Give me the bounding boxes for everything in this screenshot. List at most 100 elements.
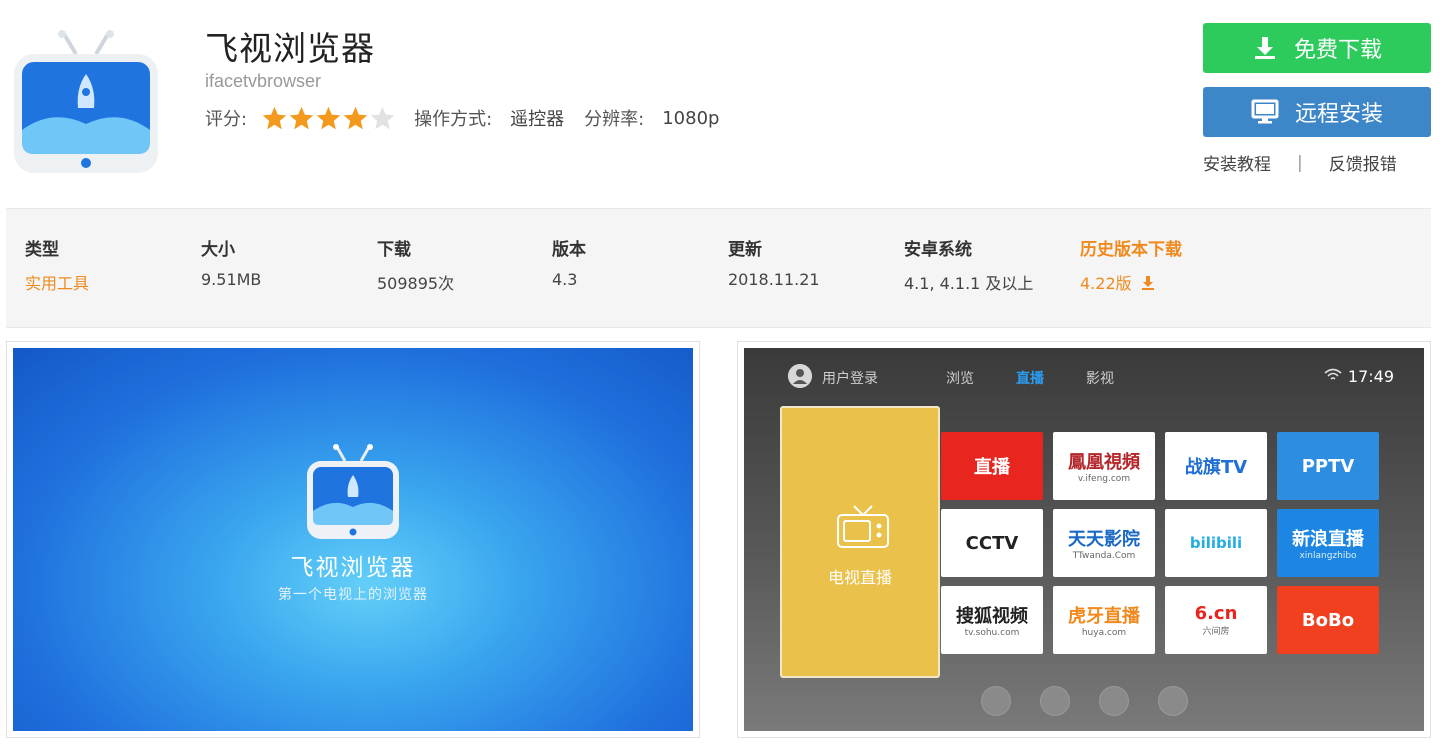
- info-android: 安卓系统 4.1, 4.1.1 及以上: [904, 235, 1033, 294]
- channel-tile: 鳳凰視頻 v.ifeng.com: [1053, 432, 1155, 500]
- channel-tile-sublabel: xinlangzhibo: [1299, 551, 1357, 561]
- info-history: 历史版本下载 4.22版: [1080, 235, 1182, 294]
- user-login-label: 用户登录: [822, 371, 878, 387]
- star-filled-icon: [262, 106, 287, 129]
- settings-icon: [1158, 686, 1188, 716]
- splash-subtitle: 第一个电视上的浏览器: [278, 587, 428, 603]
- info-updated: 更新 2018.11.21: [728, 235, 820, 289]
- channel-tile: PPTV: [1277, 432, 1379, 500]
- info-version: 版本 4.3: [552, 235, 586, 289]
- tv-live-label: 电视直播: [827, 568, 892, 587]
- app-title: 飞视浏览器: [205, 29, 375, 68]
- info-type: 类型 实用工具: [25, 235, 89, 294]
- star-filled-icon: [343, 106, 368, 129]
- user-avatar-icon: [788, 364, 812, 388]
- info-android-heading: 安卓系统: [904, 240, 972, 260]
- install-tutorial-link[interactable]: 安装教程: [1203, 150, 1271, 175]
- history-version-link[interactable]: 4.22版: [1080, 270, 1182, 294]
- channel-tile: 新浪直播 xinlangzhibo: [1277, 509, 1379, 577]
- info-downloads-heading: 下载: [377, 240, 411, 260]
- download-icon: [1141, 276, 1154, 290]
- channel-tile-label: 搜狐视频: [956, 606, 1028, 627]
- channel-tile: 直播: [941, 432, 1043, 500]
- app-meta-row: 评分: 操作方式: 遥控器 分辨率: 1080p: [205, 103, 719, 133]
- channel-tile-label: 6.cn: [1194, 603, 1238, 624]
- info-updated-value: 2018.11.21: [728, 270, 820, 289]
- info-downloads: 下载 509895次: [377, 235, 454, 294]
- channel-tile: CCTV: [941, 509, 1043, 577]
- channel-tile-sublabel: tv.sohu.com: [964, 628, 1020, 638]
- help-links: 安装教程 | 反馈报错: [1203, 150, 1397, 176]
- remote-install-button[interactable]: 远程安装: [1203, 87, 1431, 137]
- channel-tile-label: PPTV: [1301, 455, 1355, 477]
- download-icon: [1254, 37, 1275, 59]
- star-filled-icon: [316, 106, 341, 129]
- link-separator: |: [1297, 152, 1303, 173]
- monitor-icon: [1251, 99, 1279, 124]
- info-downloads-value: 509895次: [377, 274, 455, 293]
- info-type-heading: 类型: [25, 240, 59, 260]
- info-android-value: 4.1, 4.1.1 及以上: [904, 274, 1034, 293]
- download-icon: [1099, 686, 1129, 716]
- resolution-label: 分辨率:: [584, 109, 645, 130]
- channel-tile-label: bilibili: [1189, 534, 1243, 552]
- channel-tile-sublabel: v.ifeng.com: [1077, 474, 1131, 484]
- info-type-value[interactable]: 实用工具: [25, 270, 89, 294]
- channel-tile-label: 虎牙直播: [1068, 606, 1140, 627]
- channel-tile-label: 天天影院: [1068, 529, 1140, 550]
- tv-bottom-icons: [744, 686, 1424, 718]
- tv-icon: [837, 505, 889, 548]
- channel-tile-label: 战旗TV: [1184, 457, 1248, 478]
- star-empty-icon: [370, 106, 395, 129]
- info-version-heading: 版本: [552, 240, 586, 260]
- app-package-name: ifacetvbrowser: [205, 71, 322, 91]
- channel-tile: 搜狐视频 tv.sohu.com: [941, 586, 1043, 654]
- resolution-value: 1080p: [662, 107, 720, 129]
- tab-browse: 浏览: [946, 371, 974, 387]
- app-icon: [14, 30, 158, 173]
- channel-tile-sublabel: 六间房: [1202, 627, 1230, 637]
- app-header: 飞视浏览器 ifacetvbrowser 评分: 操作方式: 遥控器 分辨率: …: [0, 0, 1440, 200]
- info-size-value: 9.51MB: [201, 270, 262, 289]
- control-label: 操作方式:: [414, 109, 493, 130]
- info-size: 大小 9.51MB: [201, 235, 261, 289]
- history-version-label: 4.22版: [1080, 274, 1132, 293]
- channel-tile: 6.cn 六间房: [1165, 586, 1267, 654]
- channel-tile-label: CCTV: [965, 532, 1019, 554]
- free-download-button[interactable]: 免费下载: [1203, 23, 1431, 73]
- control-value: 遥控器: [510, 109, 565, 130]
- channel-tile-label: 直播: [974, 457, 1010, 478]
- channel-tile: bilibili: [1165, 509, 1267, 577]
- channel-tile: 战旗TV: [1165, 432, 1267, 500]
- channel-tile-label: 鳳凰視頻: [1068, 452, 1140, 473]
- screenshot-1[interactable]: 飞视浏览器 第一个电视上的浏览器: [6, 341, 700, 738]
- star-filled-icon: [289, 106, 314, 129]
- channel-tile-sublabel: TTwanda.Com: [1072, 551, 1136, 561]
- info-version-value: 4.3: [552, 270, 578, 289]
- rating-stars: [261, 105, 396, 132]
- history-versions-heading: 历史版本下载: [1080, 240, 1182, 260]
- channel-tile-label: 新浪直播: [1292, 529, 1364, 550]
- channel-tile: 虎牙直播 huya.com: [1053, 586, 1155, 654]
- screenshot-2[interactable]: 用户登录 浏览 直播 影视 17:49 电视直播 直播 鳳凰視頻 v.ifeng.c: [737, 341, 1431, 738]
- feedback-link[interactable]: 反馈报错: [1329, 150, 1397, 175]
- remote-install-label: 远程安装: [1294, 102, 1383, 127]
- tab-video: 影视: [1086, 371, 1114, 387]
- folder-icon: [981, 686, 1011, 716]
- tab-live: 直播: [1016, 371, 1044, 387]
- channel-tile-label: BoBo: [1301, 609, 1355, 631]
- free-download-label: 免费下载: [1293, 38, 1382, 63]
- channel-tile-sublabel: huya.com: [1081, 628, 1127, 638]
- wifi-icon: [1324, 368, 1342, 380]
- info-updated-heading: 更新: [728, 240, 762, 260]
- tv-live-tile: 电视直播: [780, 406, 940, 678]
- history-icon: [1040, 686, 1070, 716]
- clock-time: 17:49: [1347, 367, 1394, 386]
- splash-title: 飞视浏览器: [290, 555, 416, 581]
- channel-tile: 天天影院 TTwanda.Com: [1053, 509, 1155, 577]
- rating-label: 评分:: [205, 109, 248, 130]
- app-info-bar: 类型 实用工具 大小 9.51MB 下载 509895次 版本 4.3 更新 2…: [6, 208, 1431, 328]
- tv-top-bar: 用户登录 浏览 直播 影视 17:49: [744, 362, 1424, 392]
- channel-tile: BoBo: [1277, 586, 1379, 654]
- splash-logo-icon: [307, 444, 399, 539]
